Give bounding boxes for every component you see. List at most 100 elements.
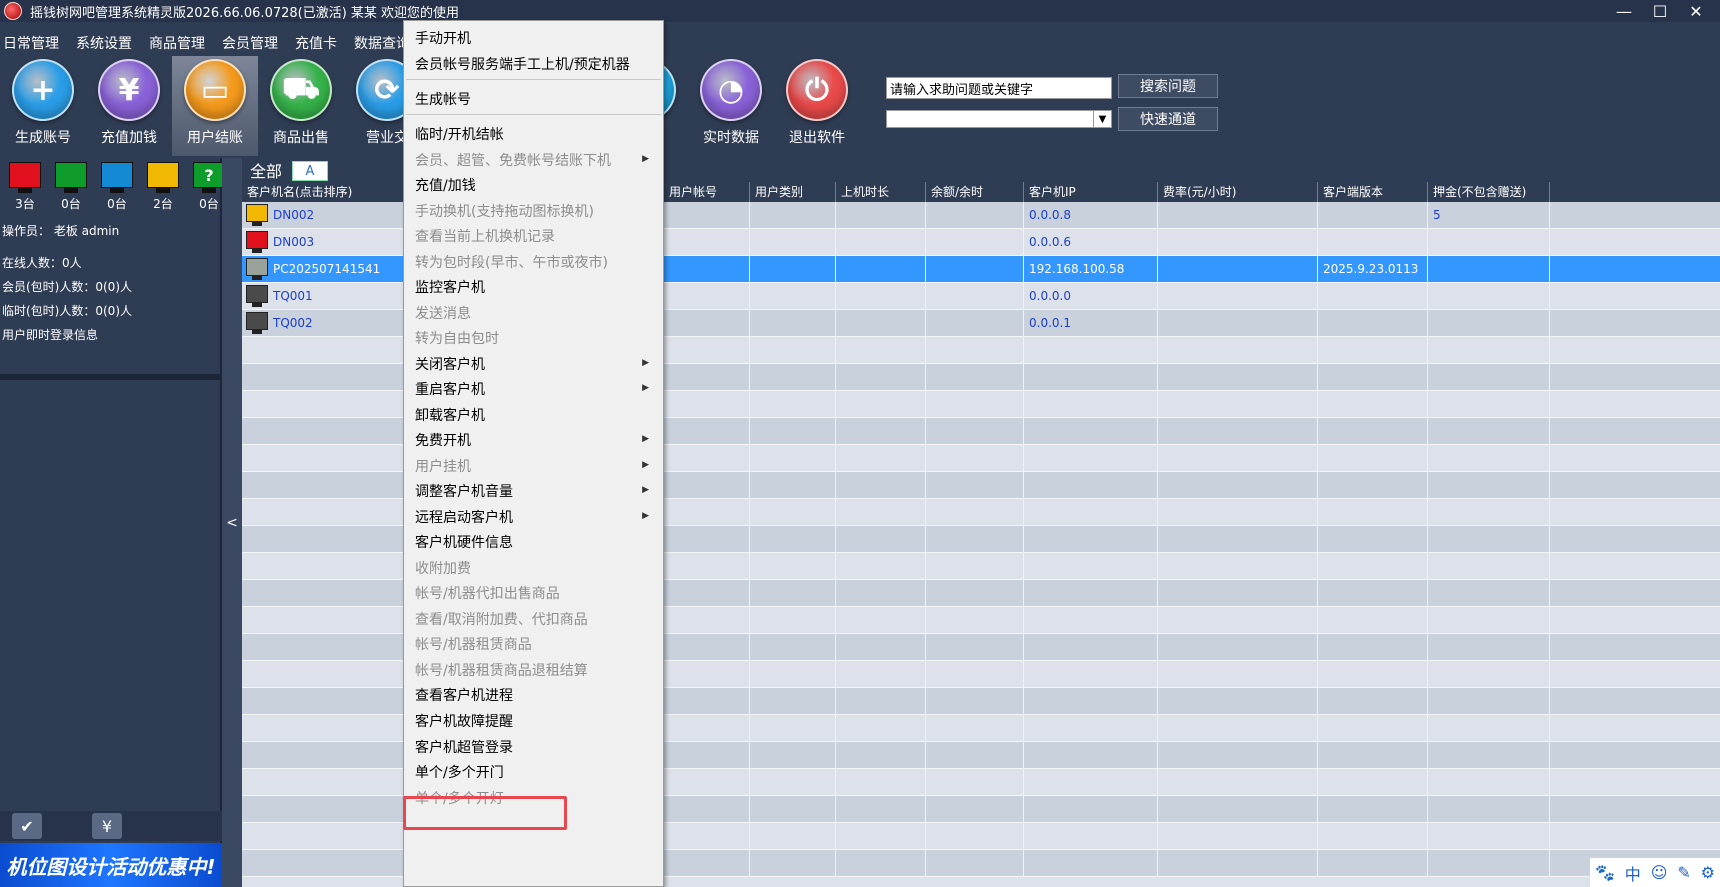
table-cell [1158,634,1318,661]
pen-icon[interactable]: ✎ [1677,863,1690,882]
toolbar-label: 生成账号 [15,130,71,146]
context-menu-item: 发送消息 [415,306,471,322]
col-client-ip[interactable]: 客户机IP [1024,182,1158,202]
monitor-icon [101,162,133,188]
status-item[interactable]: 2台 [140,162,186,212]
maximize-button[interactable]: ☐ [1642,0,1678,22]
table-cell [1158,364,1318,391]
menu-goods[interactable]: 商品管理 [149,33,205,53]
toolbar-button-3[interactable]: ⛟ 商品出售 [258,56,344,156]
table-cell [1428,661,1550,688]
search-button[interactable]: 搜索问题 [1118,74,1218,98]
table-cell [750,499,836,526]
context-menu-item[interactable]: 重启客户机 [415,379,485,399]
close-button[interactable]: ✕ [1678,0,1714,22]
context-menu-item[interactable]: 远程启动客户机 [415,507,513,527]
submenu-arrow-icon: ▶ [642,383,649,393]
col-rate[interactable]: 费率(元/小时) [1158,182,1318,202]
context-menu-item[interactable]: 客户机故障提醒 [415,711,513,731]
context-menu-item[interactable]: 调整客户机音量 [415,481,513,501]
menu-recharge-card[interactable]: 充值卡 [295,33,337,53]
col-balance[interactable]: 余额/余时 [926,182,1024,202]
context-menu-item[interactable]: 生成帐号 [415,89,471,109]
context-menu-item[interactable]: 卸载客户机 [415,405,485,425]
collapse-panel-handle[interactable]: < [222,158,242,887]
window-title: 摇钱树网吧管理系统精灵版2026.66.06.0728(已激活) 某某 欢迎您的… [30,5,460,21]
paw-icon[interactable]: 🐾 [1595,863,1615,882]
cell-text: 0.0.0.0 [1029,289,1071,303]
toolbar-button-7[interactable]: ⏻ 退出软件 [774,56,860,156]
table-cell [242,418,404,445]
login-info-link[interactable]: 用户即时登录信息 [2,326,98,343]
status-item[interactable]: 0台 [94,162,140,212]
toolbar-button-0[interactable]: + 生成账号 [0,56,86,156]
menu-separator [406,79,661,80]
col-deposit[interactable]: 押金(不包含赠送) [1428,182,1550,202]
context-menu-item[interactable]: 查看客户机进程 [415,685,513,705]
smile-icon[interactable]: ☺ [1651,863,1668,882]
context-menu-item[interactable]: 免费开机 [415,430,471,450]
chevron-down-icon[interactable]: ▼ [1093,111,1111,127]
table-cell [1428,688,1550,715]
status-item[interactable]: 3台 [2,162,48,212]
ime-chinese-toggle[interactable]: 中 [1625,861,1641,885]
menu-data-query[interactable]: 数据查询 [354,33,410,53]
tab-all[interactable]: 全部 [250,158,282,182]
col-user-type[interactable]: 用户类别 [750,182,836,202]
toolbar-button-1[interactable]: ¥ 充值加钱 [86,56,172,156]
table-cell [1428,283,1550,310]
context-menu-item[interactable]: 充值/加钱 [415,175,476,195]
table-cell [1428,364,1550,391]
toolbar-button-6[interactable]: ◔ 实时数据 [688,56,774,156]
table-cell [926,256,1024,283]
fast-channel-button[interactable]: 快速通道 [1118,107,1218,131]
status-item[interactable]: 0台 [48,162,94,212]
table-cell [1318,661,1428,688]
table-cell [1318,445,1428,472]
table-cell [1024,715,1158,742]
context-menu-item[interactable]: 监控客户机 [415,277,485,297]
table-cell [1318,823,1428,850]
cell-text: 0.0.0.8 [1029,208,1071,222]
cloud-check-icon[interactable]: ✔ [12,813,42,839]
table-cell [242,499,404,526]
table-cell [750,661,836,688]
yuan-shield-icon[interactable]: ¥ [92,813,122,839]
context-menu-item[interactable]: 临时/开机结帐 [415,124,504,144]
table-cell [1428,337,1550,364]
help-search-input[interactable] [886,77,1112,99]
minimize-button[interactable]: — [1606,0,1642,22]
context-menu-item[interactable]: 客户机硬件信息 [415,532,513,552]
table-cell [1024,796,1158,823]
col-user-account[interactable]: 用户帐号 [664,182,750,202]
context-menu-item[interactable]: 会员帐号服务端手工上机/预定机器 [415,54,630,74]
submenu-arrow-icon: ▶ [642,358,649,368]
toolbar-button-2[interactable]: ▭ 用户结账 [172,56,258,156]
col-machine-name[interactable]: 客户机名(点击排序) [242,182,404,202]
context-menu-item[interactable]: 手动开机 [415,28,471,48]
fast-channel-select[interactable]: ▼ [886,110,1112,128]
table-cell [1158,418,1318,445]
table-cell: TQ001 [242,283,404,310]
col-online-time[interactable]: 上机时长 [836,182,926,202]
table-cell [1158,607,1318,634]
context-menu-item[interactable]: 单个/多个开门 [415,762,504,782]
menu-daily[interactable]: 日常管理 [3,33,59,53]
table-cell: 0.0.0.6 [1024,229,1158,256]
context-menu-item: 帐号/机器租赁商品退租结算 [415,663,588,679]
table-cell [836,553,926,580]
table-cell [836,715,926,742]
gear-icon[interactable]: ⚙ [1701,863,1715,882]
context-menu-item[interactable]: 客户机超管登录 [415,737,513,757]
context-menu-item: 帐号/机器租赁商品 [415,637,532,653]
table-cell [836,364,926,391]
menu-members[interactable]: 会员管理 [222,33,278,53]
table-cell [242,337,404,364]
user-add-icon: + [12,59,74,121]
toolbar-label: 退出软件 [789,130,845,146]
col-client-version[interactable]: 客户端版本 [1318,182,1428,202]
menu-settings[interactable]: 系统设置 [76,33,132,53]
context-menu-item[interactable]: 关闭客户机 [415,354,485,374]
promo-banner[interactable]: 机位图设计活动优惠中! [0,843,222,887]
tab-a[interactable]: A [292,161,328,181]
